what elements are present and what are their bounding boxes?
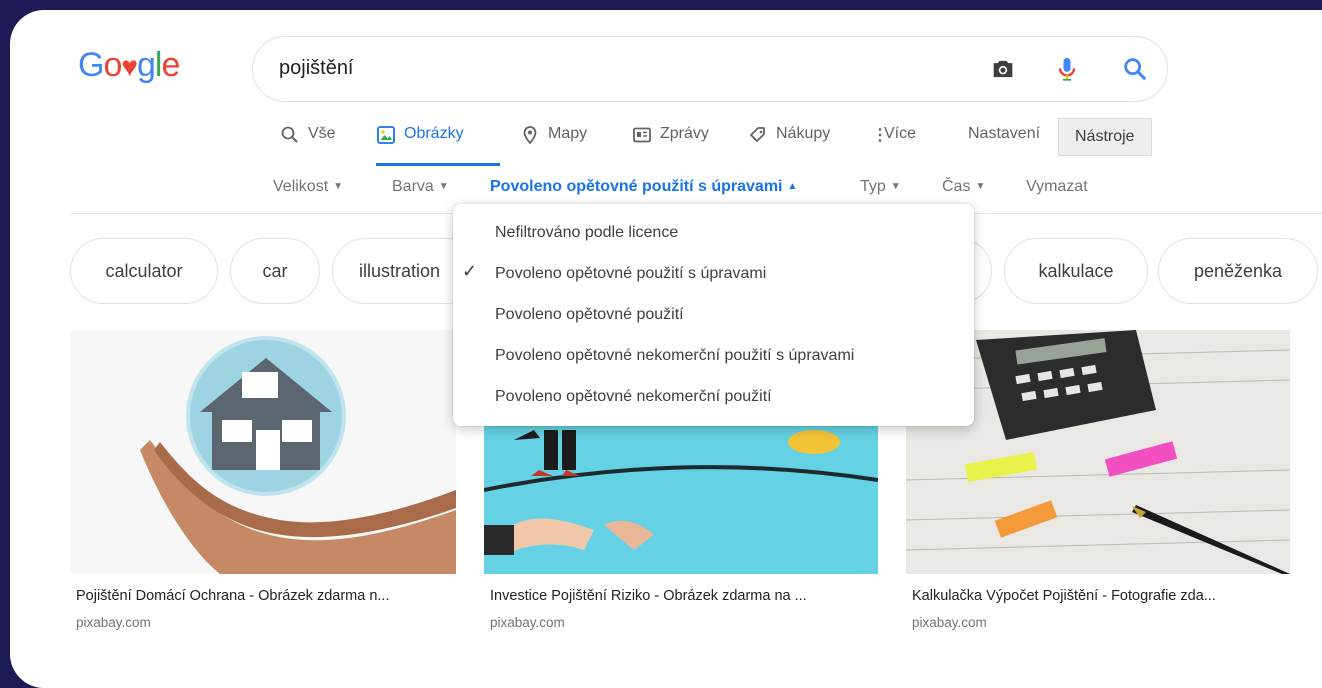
chip-label: calculator (105, 260, 183, 281)
tab-news[interactable]: Zprávy (632, 122, 709, 172)
tab-images[interactable]: Obrázky (376, 122, 500, 172)
tools-label: Nástroje (1075, 128, 1135, 145)
filter-label: Typ (860, 178, 886, 195)
tab-label: Mapy (548, 125, 588, 142)
result-source-3[interactable]: pixabay.com (912, 615, 987, 630)
tag-icon (750, 127, 765, 142)
clear-filters-link[interactable]: Vymazat (1026, 178, 1088, 196)
tab-shopping[interactable]: Nákupy (748, 122, 830, 172)
chip-label: car (262, 260, 288, 281)
tools-button[interactable]: Nástroje (1058, 118, 1152, 156)
caret-down-icon: ▼ (333, 181, 344, 192)
tab-label: Vše (308, 125, 336, 142)
filter-label: Velikost (273, 178, 329, 195)
more-vert-icon: ⋮ (872, 127, 888, 144)
filter-label: Povoleno opětovné použití s úpravami (490, 178, 783, 195)
settings-link[interactable]: Nastavení (968, 122, 1040, 172)
chip-kalkulace[interactable]: kalkulace (1004, 238, 1148, 304)
tab-maps[interactable]: Mapy (520, 122, 587, 172)
logo-letters-gle: gle (137, 46, 180, 84)
image-icon (377, 126, 395, 144)
license-option-reuse-with-modification[interactable]: Povoleno opětovné použití s úpravami (495, 265, 766, 283)
camera-icon[interactable] (989, 55, 1017, 83)
result-source-2[interactable]: pixabay.com (490, 615, 565, 630)
tab-more[interactable]: ⋮ Více (872, 122, 916, 172)
result-caption-2[interactable]: Investice Pojištění Riziko - Obrázek zda… (490, 588, 807, 604)
filter-time[interactable]: Čas ▼ (942, 178, 985, 196)
browser-page: Go♥gle pojištění Vše Obrázky Mapy Zprávy… (10, 10, 1322, 688)
tab-label: Zprávy (660, 125, 709, 142)
license-option-noncommercial[interactable]: Povoleno opětovné nekomerční použití (495, 388, 772, 406)
tab-label: Obrázky (404, 125, 464, 142)
caret-down-icon: ▼ (975, 181, 986, 192)
microphone-icon[interactable] (1053, 55, 1081, 83)
chip-label: kalkulace (1038, 260, 1114, 281)
filter-type[interactable]: Typ ▼ (860, 178, 901, 196)
license-option-unfiltered[interactable]: Nefiltrováno podle licence (495, 224, 678, 242)
caret-down-icon: ▼ (890, 181, 901, 192)
license-option-noncommercial-with-modification[interactable]: Povoleno opětovné nekomerční použití s ú… (495, 347, 854, 365)
house-in-hand-image (70, 330, 456, 574)
search-icon[interactable] (1121, 55, 1149, 83)
chip-calculator[interactable]: calculator (70, 238, 218, 304)
search-icon (281, 126, 298, 143)
search-input[interactable]: pojištění (279, 57, 354, 80)
filter-label: Čas (942, 178, 971, 195)
filter-license[interactable]: Povoleno opětovné použití s úpravami ▲ (490, 178, 797, 196)
search-box[interactable]: pojištění (252, 36, 1168, 102)
result-caption-1[interactable]: Pojištění Domácí Ochrana - Obrázek zdarm… (76, 588, 390, 604)
result-image-1[interactable] (70, 330, 456, 574)
google-logo[interactable]: Go♥gle (78, 46, 180, 85)
caret-down-icon: ▼ (438, 181, 449, 192)
tab-label: Nastavení (968, 125, 1041, 142)
logo-letter-o: o (103, 46, 122, 84)
chip-label: illustration (359, 260, 441, 281)
license-option-reuse[interactable]: Povoleno opětovné použití (495, 306, 684, 324)
map-pin-icon (523, 126, 537, 145)
filter-label: Vymazat (1026, 178, 1088, 195)
tab-label: Více (884, 125, 917, 142)
license-dropdown-menu: Nefiltrováno podle licence ✓ Povoleno op… (453, 204, 974, 426)
chip-car[interactable]: car (230, 238, 320, 304)
checkmark-icon: ✓ (462, 261, 478, 281)
tab-all[interactable]: Vše (280, 122, 336, 172)
tab-label: Nákupy (776, 125, 831, 142)
heart-icon: ♥ (121, 51, 138, 82)
news-icon (633, 127, 651, 143)
filter-size[interactable]: Velikost ▼ (273, 178, 343, 196)
filter-label: Barva (392, 178, 434, 195)
caret-up-icon: ▲ (787, 181, 798, 192)
result-caption-3[interactable]: Kalkulačka Výpočet Pojištění - Fotografi… (912, 588, 1216, 604)
logo-letter-g: G (78, 46, 104, 84)
chip-label: peněženka (1193, 260, 1283, 281)
chip-penezenka[interactable]: peněženka (1158, 238, 1318, 304)
result-source-1[interactable]: pixabay.com (76, 615, 151, 630)
filter-color[interactable]: Barva ▼ (392, 178, 449, 196)
